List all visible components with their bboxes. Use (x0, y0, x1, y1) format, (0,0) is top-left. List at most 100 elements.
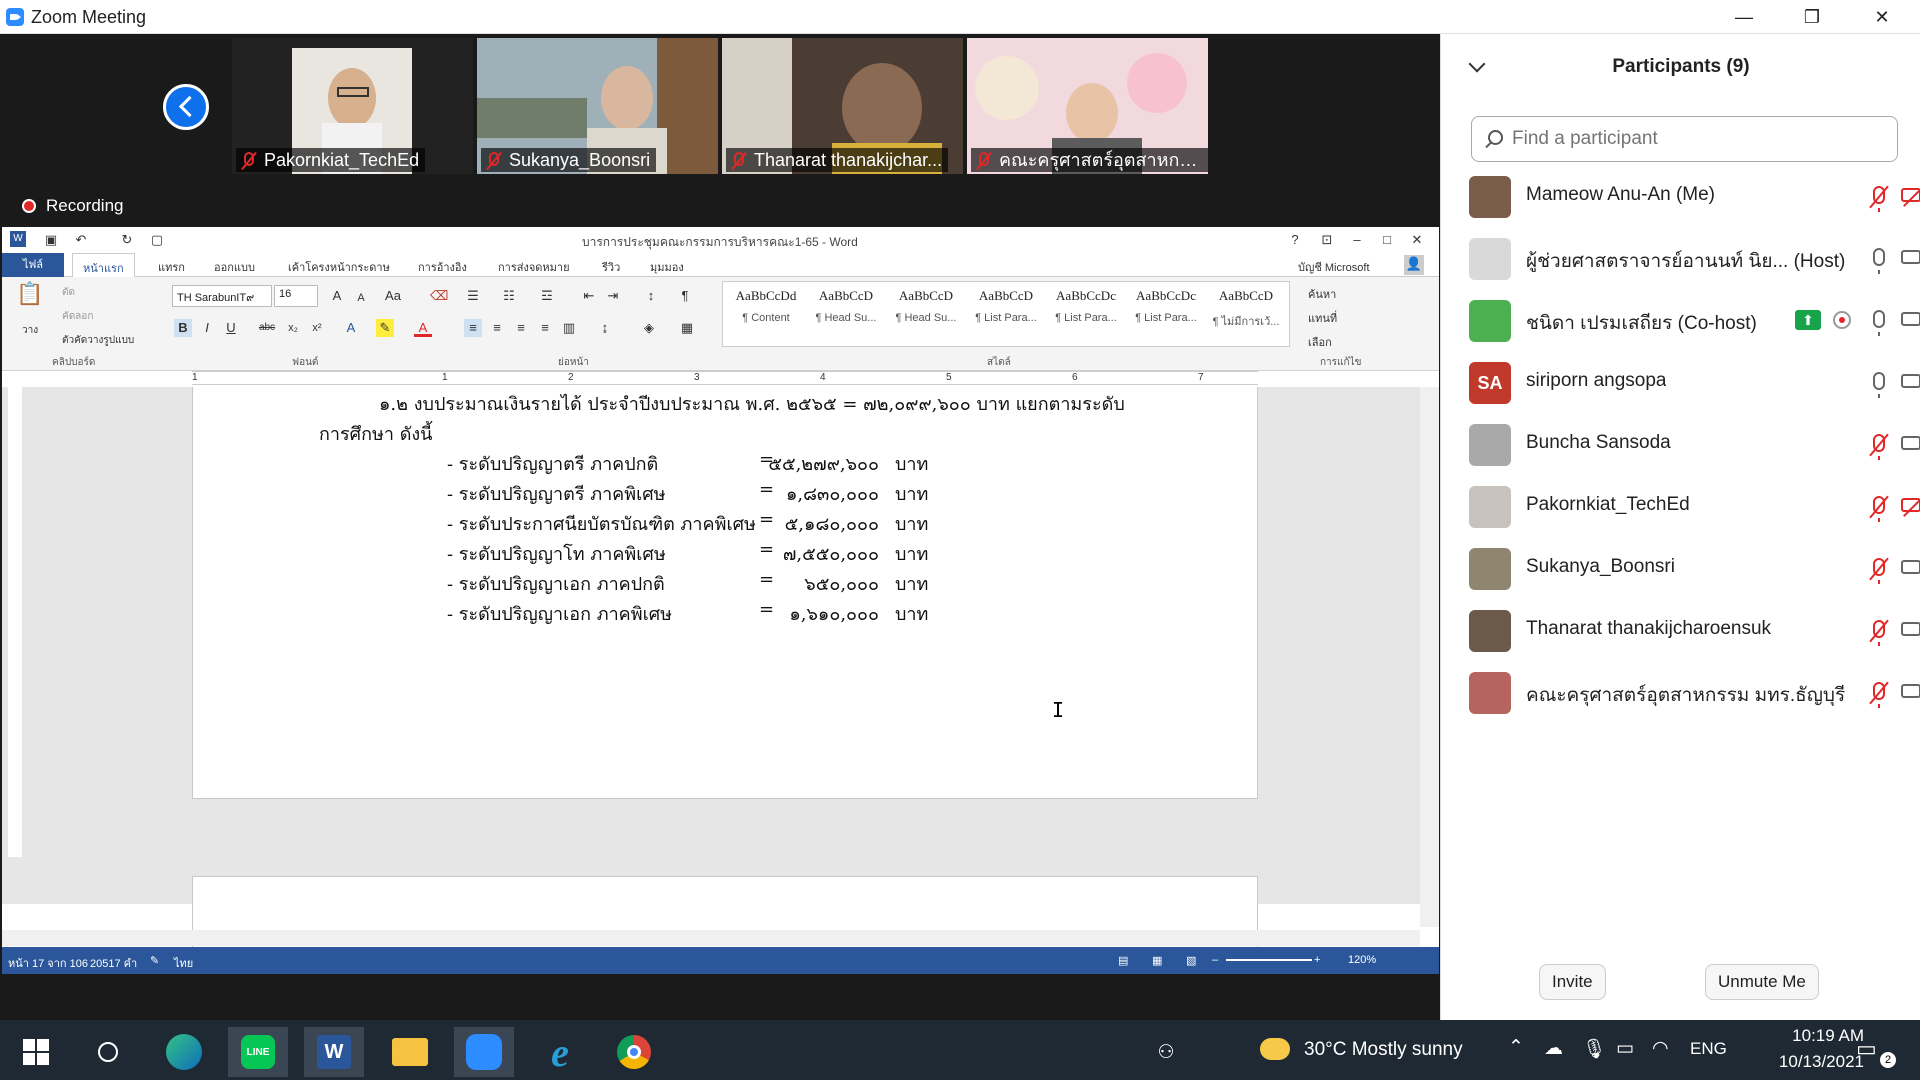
text-effects-icon[interactable]: A (342, 319, 360, 337)
video-tile[interactable]: Pakornkiat_TechEd (232, 38, 473, 174)
participant-row[interactable]: Sukanya_Boonsri (1469, 544, 1920, 592)
participant-row[interactable]: SA siriporn angsopa (1469, 358, 1920, 406)
user-avatar-icon[interactable]: 👤 (1404, 255, 1424, 275)
file-explorer-taskbar-button[interactable] (380, 1027, 440, 1077)
vertical-scrollbar[interactable] (1420, 387, 1439, 927)
tab-references[interactable]: การอ้างอิง (418, 258, 467, 276)
line-spacing-icon[interactable]: ↨ (596, 319, 614, 337)
style-gallery-item[interactable]: AaBbCcDc ¶ List Para... (1127, 288, 1205, 324)
font-size-select[interactable]: 16 (274, 285, 318, 307)
ie-taskbar-button[interactable]: e (530, 1027, 590, 1077)
zoom-level[interactable]: 120% (1348, 954, 1376, 966)
style-gallery-item[interactable]: AaBbCcD ¶ ไม่มีการเว้... (1207, 288, 1285, 330)
edge-taskbar-button[interactable] (154, 1027, 214, 1077)
multilevel-list-icon[interactable]: ☲ (538, 287, 556, 305)
wifi-icon[interactable]: ◠ (1652, 1037, 1669, 1060)
participant-row[interactable]: Pakornkiat_TechEd (1469, 482, 1920, 530)
horizontal-scrollbar[interactable] (2, 930, 1420, 946)
font-name-select[interactable]: TH SarabunIT๙ (172, 285, 272, 307)
invite-button[interactable]: Invite (1539, 964, 1606, 1000)
replace-button[interactable]: แทนที่ (1308, 309, 1337, 327)
minimize-button[interactable]: — (1716, 0, 1772, 34)
select-button[interactable]: เลือก (1308, 333, 1332, 351)
show-hidden-icons-icon[interactable]: ⌃ (1508, 1036, 1524, 1059)
input-language[interactable]: ENG (1690, 1039, 1727, 1059)
word-taskbar-button[interactable]: W (304, 1027, 364, 1077)
vertical-ruler[interactable] (8, 387, 22, 857)
word-count-status[interactable]: 20517 คำ (90, 954, 137, 972)
change-case-icon[interactable]: Aa (384, 287, 402, 305)
account-label[interactable]: บัญชี Microsoft (1298, 258, 1370, 276)
tab-mailings[interactable]: การส่งจดหมาย (498, 258, 570, 276)
clear-formatting-icon[interactable]: ⌫ (430, 287, 448, 305)
shrink-font-icon[interactable]: A (352, 289, 370, 307)
unmute-me-button[interactable]: Unmute Me (1705, 964, 1819, 1000)
show-formatting-icon[interactable]: ¶ (676, 287, 694, 305)
bold-icon[interactable]: B (174, 319, 192, 337)
highlight-icon[interactable]: ✎ (376, 319, 394, 337)
undo-icon[interactable]: ↶ (72, 231, 90, 249)
microphone-icon[interactable]: 🎙 (1582, 1037, 1606, 1061)
page-count-status[interactable]: หน้า 17 จาก 106 (8, 954, 88, 972)
participant-search[interactable] (1471, 116, 1898, 162)
copy-button[interactable]: คัดลอก (62, 309, 93, 324)
strikethrough-icon[interactable]: abc (258, 319, 276, 337)
new-document-icon[interactable]: ▢ (148, 231, 166, 249)
tab-view[interactable]: มุมมอง (650, 258, 684, 276)
participant-row[interactable]: ชนิดา เปรมเสถียร (Co-host) ⬆ (1469, 296, 1920, 344)
participant-search-input[interactable] (1512, 127, 1882, 151)
tab-home[interactable]: หน้าแรก (72, 253, 135, 278)
shading-icon[interactable]: ◈ (640, 319, 658, 337)
decrease-indent-icon[interactable]: ⇤ (580, 287, 598, 305)
clock-date[interactable]: 10/13/2021 (1742, 1052, 1864, 1072)
read-mode-icon[interactable]: ▤ (1118, 954, 1128, 967)
tab-review[interactable]: รีวิว (602, 258, 620, 276)
recording-indicator[interactable]: Recording (22, 196, 124, 216)
format-painter-button[interactable]: ตัวคัดวางรูปแบบ (62, 333, 134, 348)
people-taskbar-button[interactable]: ⚇ (1136, 1027, 1196, 1077)
zoom-slider[interactable] (1226, 959, 1312, 961)
participant-row[interactable]: Thanarat thanakijcharoensuk (1469, 606, 1920, 654)
style-gallery-item[interactable]: AaBbCcD ¶ Head Su... (887, 288, 965, 324)
weather-label[interactable]: 30°C Mostly sunny (1304, 1039, 1463, 1061)
distributed-icon[interactable]: ▥ (560, 319, 578, 337)
find-button[interactable]: ค้นหา (1308, 285, 1336, 303)
zoom-in-icon[interactable]: + (1314, 954, 1320, 966)
bullets-icon[interactable]: ☰ (464, 287, 482, 305)
horizontal-ruler[interactable]: 1 1 2 3 4 5 6 7 (192, 371, 1258, 385)
justify-icon[interactable]: ≡ (536, 319, 554, 337)
participant-row[interactable]: คณะครุศาสตร์อุตสาหกรรม มทร.ธัญบุรี (1469, 668, 1920, 716)
style-gallery-item[interactable]: AaBbCcD ¶ Head Su... (807, 288, 885, 324)
tab-design[interactable]: ออกแบบ (214, 258, 255, 276)
cut-button[interactable]: ตัด (62, 285, 75, 300)
paste-icon[interactable]: 📋 (16, 283, 44, 319)
tab-insert[interactable]: แทรก (158, 258, 185, 276)
language-status[interactable]: ไทย (174, 954, 193, 972)
participant-row[interactable]: Buncha Sansoda (1469, 420, 1920, 468)
increase-indent-icon[interactable]: ⇥ (604, 287, 622, 305)
web-layout-icon[interactable]: ▧ (1186, 954, 1196, 967)
restore-button[interactable]: ❐ (1784, 0, 1840, 34)
proofing-icon[interactable]: ✎ (150, 954, 159, 967)
clock-time[interactable]: 10:19 AM (1750, 1026, 1864, 1046)
video-tile[interactable]: Sukanya_Boonsri (477, 38, 718, 174)
word-close-icon[interactable]: ✕ (1408, 231, 1426, 249)
weather-icon[interactable] (1260, 1038, 1290, 1060)
style-gallery-item[interactable]: AaBbCcDc ¶ List Para... (1047, 288, 1125, 324)
video-tile[interactable]: Thanarat thanakijchar... (722, 38, 963, 174)
sort-icon[interactable]: ↕ (642, 287, 660, 305)
participant-row[interactable]: ผู้ช่วยศาสตราจารย์อานนท์ นิย... (Host) (1469, 234, 1920, 282)
onedrive-icon[interactable]: ☁ (1544, 1037, 1563, 1060)
start-button[interactable] (6, 1027, 66, 1077)
zoom-out-icon[interactable]: – (1212, 954, 1218, 966)
style-gallery-item[interactable]: AaBbCcDd ¶ Content (727, 288, 805, 324)
superscript-icon[interactable]: x² (308, 319, 326, 337)
previous-page-button[interactable] (163, 84, 209, 130)
italic-icon[interactable]: I (198, 319, 216, 337)
line-taskbar-button[interactable]: LINE (228, 1027, 288, 1077)
underline-icon[interactable]: U (222, 319, 240, 337)
chrome-taskbar-button[interactable] (604, 1027, 664, 1077)
redo-icon[interactable]: ↻ (118, 231, 136, 249)
search-taskbar-button[interactable] (78, 1027, 138, 1077)
align-center-icon[interactable]: ≡ (488, 319, 506, 337)
